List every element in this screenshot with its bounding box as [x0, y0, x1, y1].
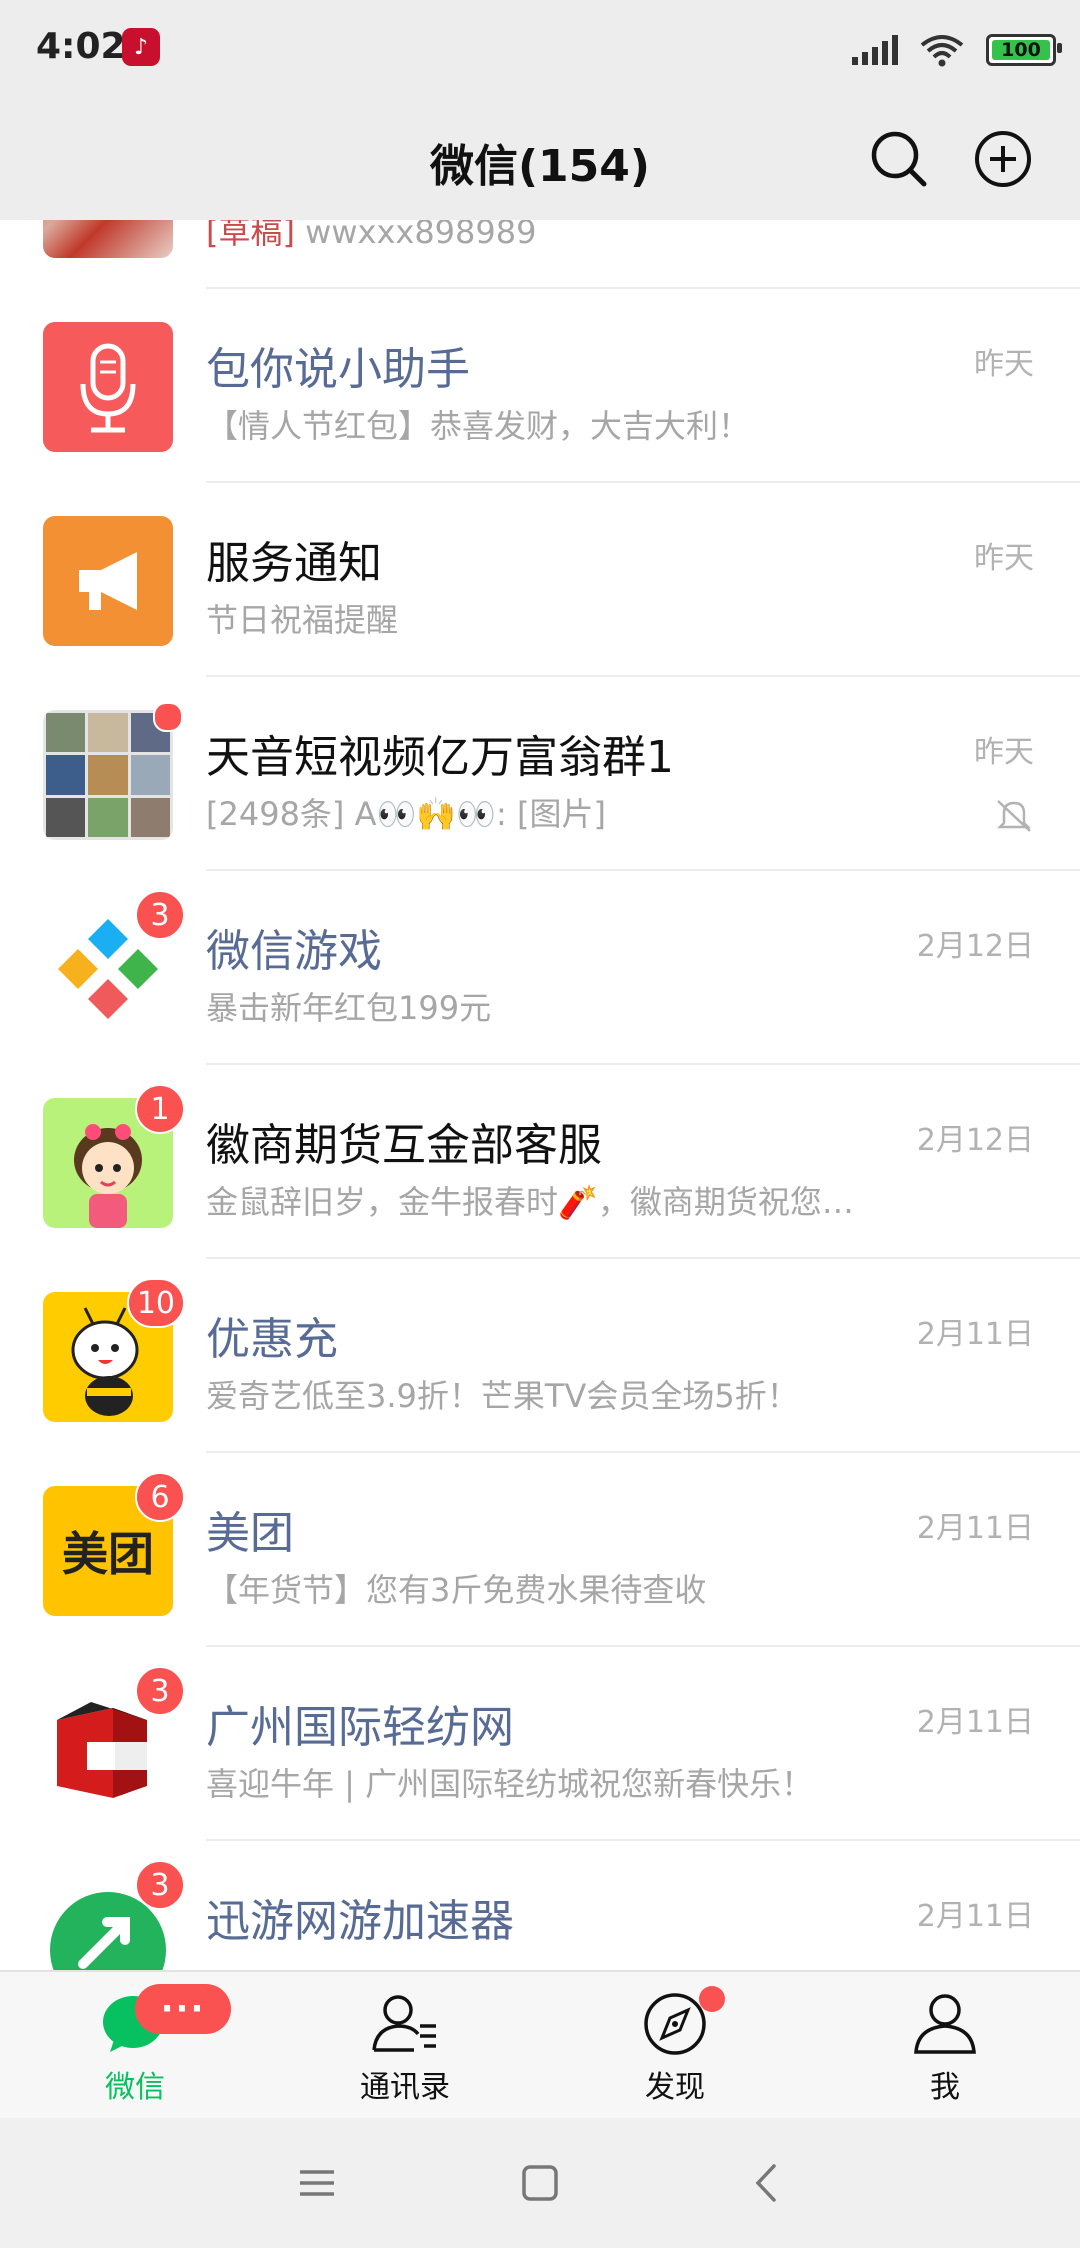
home-icon[interactable] — [517, 2160, 563, 2206]
chat-row[interactable]: 服务通知 节日祝福提醒 昨天 — [0, 483, 1080, 677]
chat-time: 2月11日 — [916, 1705, 1034, 1740]
tab-label: 通讯录 — [360, 2070, 450, 2105]
unread-badge: 10 — [126, 1278, 185, 1328]
chat-list[interactable]: [草稿] wwxxx898989 包你说小助手 【情人节红包】恭喜发财，大吉大利… — [0, 220, 1080, 1970]
chat-name: 徽商期货互金部客服 — [206, 1120, 602, 1171]
chat-time: 昨天 — [974, 541, 1034, 576]
chat-time: 2月12日 — [916, 1123, 1034, 1158]
draft-label: [草稿] — [206, 220, 295, 251]
chat-time: 2月11日 — [916, 1317, 1034, 1352]
add-icon[interactable] — [968, 124, 1038, 194]
chat-time: 2月11日 — [916, 1511, 1034, 1546]
contacts-icon — [372, 1995, 436, 2052]
status-time: 4:02 — [36, 26, 126, 67]
chat-name: 优惠充 — [206, 1314, 338, 1365]
chat-row[interactable]: 美团 6 美团 【年货节】您有3斤免费水果待查收 2月11日 — [0, 1453, 1080, 1647]
tab-unread-badge: ··· — [135, 1984, 231, 2034]
group-avatar — [43, 710, 173, 840]
menu-icon[interactable] — [294, 2160, 340, 2206]
chat-row[interactable]: 3 微信游戏 暴击新年红包199元 2月12日 — [0, 871, 1080, 1065]
chat-time: 2月12日 — [916, 929, 1034, 964]
chat-preview: [2498条] A👀🙌👀: [图片] — [206, 795, 606, 833]
chat-preview: [草稿] wwxxx898989 — [206, 220, 536, 253]
chat-row[interactable]: 3 迅游网游加速器 2月11日 — [0, 1841, 1080, 1970]
tiktok-notification-icon: ♪ — [122, 28, 160, 66]
bottom-tab-bar: ··· 微信 通讯录 发现 我 — [0, 1970, 1080, 2118]
unread-badge: 3 — [135, 1860, 185, 1910]
tab-discover[interactable]: 发现 — [575, 1972, 775, 2120]
signal-icon — [852, 35, 898, 65]
megaphone-avatar — [43, 516, 173, 646]
status-bar: 4:02 ♪ 100 — [0, 0, 1080, 100]
mute-bell-icon — [996, 800, 1032, 832]
chat-row[interactable]: 天音短视频亿万富翁群1 [2498条] A👀🙌👀: [图片] 昨天 — [0, 677, 1080, 871]
tab-chats[interactable]: ··· 微信 — [35, 1972, 235, 2120]
chat-preview: 金鼠辞旧岁，金牛报春时🧨，徽商期货祝您… — [206, 1183, 854, 1221]
meituan-logo-text: 美团 — [62, 1527, 154, 1581]
app-header: 微信(154) — [0, 100, 1080, 220]
chat-preview: 【情人节红包】恭喜发财，大吉大利！ — [206, 407, 751, 445]
chat-name: 微信游戏 — [206, 926, 382, 977]
chat-time: 2月11日 — [916, 1899, 1034, 1934]
unread-badge: 3 — [135, 890, 185, 940]
battery-level: 100 — [992, 39, 1050, 61]
tab-me[interactable]: 我 — [845, 1972, 1045, 2120]
chat-name: 服务通知 — [206, 538, 382, 589]
tab-label: 发现 — [645, 2070, 705, 2105]
chat-row[interactable]: 10 优惠充 爱奇艺低至3.9折！芒果TV会员全场5折！ 2月11日 — [0, 1259, 1080, 1453]
chat-preview: 节日祝福提醒 — [206, 601, 399, 639]
chat-row-draft[interactable]: [草稿] wwxxx898989 — [0, 220, 1080, 289]
chat-time: 昨天 — [974, 347, 1034, 382]
unread-dot — [153, 702, 183, 732]
system-nav-bar — [0, 2118, 1080, 2248]
chat-preview: 爱奇艺低至3.9折！芒果TV会员全场5折！ — [206, 1377, 799, 1415]
status-icons: 100 — [852, 30, 1062, 70]
wifi-icon — [920, 35, 964, 67]
chat-preview: 【年货节】您有3斤免费水果待查收 — [206, 1571, 707, 1609]
chat-name: 天音短视频亿万富翁群1 — [206, 732, 674, 783]
microphone-avatar — [43, 322, 173, 452]
chat-name: 美团 — [206, 1508, 294, 1559]
unread-badge: 3 — [135, 1666, 185, 1716]
chat-preview: 喜迎牛年 | 广州国际轻纺城祝您新春快乐！ — [206, 1765, 814, 1803]
back-icon[interactable] — [744, 2160, 790, 2206]
avatar — [43, 220, 173, 258]
tab-label: 我 — [930, 2070, 960, 2105]
unread-badge: 6 — [135, 1472, 185, 1522]
discover-dot — [699, 1986, 725, 2012]
chat-row[interactable]: 包你说小助手 【情人节红包】恭喜发财，大吉大利！ 昨天 — [0, 289, 1080, 483]
person-icon — [914, 1994, 976, 2054]
tab-label: 微信 — [105, 2070, 165, 2105]
tab-contacts[interactable]: 通讯录 — [305, 1972, 505, 2120]
battery-icon: 100 — [986, 34, 1062, 66]
chat-preview: 暴击新年红包199元 — [206, 989, 492, 1027]
draft-text: wwxxx898989 — [294, 220, 537, 251]
unread-badge: 1 — [135, 1084, 185, 1134]
chat-row[interactable]: 1 徽商期货互金部客服 金鼠辞旧岁，金牛报春时🧨，徽商期货祝您… 2月12日 — [0, 1065, 1080, 1259]
chat-name: 迅游网游加速器 — [206, 1896, 514, 1947]
chat-time: 昨天 — [974, 735, 1034, 770]
chat-row[interactable]: 3 广州国际轻纺网 喜迎牛年 | 广州国际轻纺城祝您新春快乐！ 2月11日 — [0, 1647, 1080, 1841]
chat-name: 广州国际轻纺网 — [206, 1702, 514, 1753]
chat-name: 包你说小助手 — [206, 344, 470, 395]
search-icon[interactable] — [864, 124, 934, 194]
